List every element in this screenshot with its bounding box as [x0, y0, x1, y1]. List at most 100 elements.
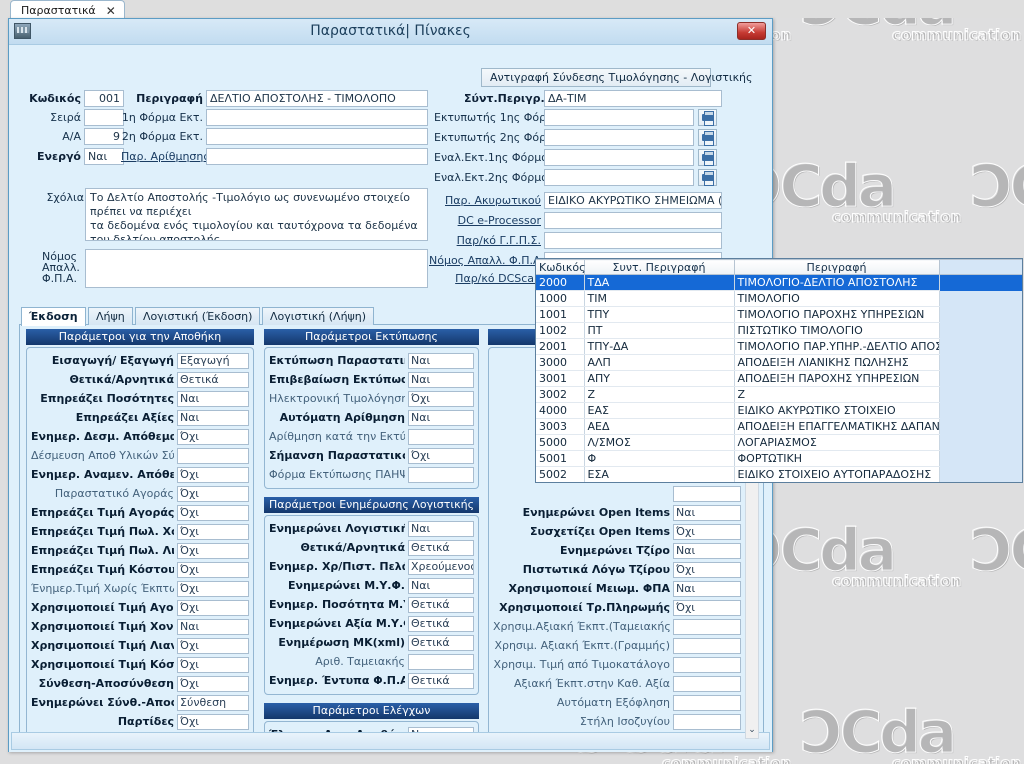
apothiki-input-16[interactable]: Όχι	[177, 656, 249, 673]
nomos-apall-fpa-link[interactable]: Νόμος Απαλλ. Φ.Π.Α.	[429, 254, 544, 267]
perigrafi-input[interactable]: ΔΕΛΤΙΟ ΑΠΟΣΤΟΛΗΣ - ΤΙΜΟΛΟΠΟ	[206, 90, 428, 107]
dropdown-row[interactable]: 1000 ΤΙΜ ΤΙΜΟΛΟΓΙΟ	[536, 290, 1022, 307]
apothiki-input-5[interactable]	[177, 447, 249, 464]
ektyposis-input-1[interactable]: Ναι	[408, 371, 474, 388]
apothiki-input-19[interactable]: Όχι	[177, 713, 249, 730]
window-close-button[interactable]: ✕	[737, 22, 766, 40]
apothiki-input-12[interactable]: Όχι	[177, 580, 249, 597]
apothiki-input-17[interactable]: Όχι	[177, 675, 249, 692]
app-tab-parastatika[interactable]: Παραστατικά ✕	[10, 0, 125, 18]
dropdown-column-header[interactable]: Κωδικός	[536, 259, 586, 275]
dropdown-row[interactable]: 3001 ΑΠΥ ΑΠΟΔΕΙΞΗ ΠΑΡΟΧΗΣ ΥΠΗΡΕΣΙΩΝ	[536, 370, 1022, 387]
kodikos-input[interactable]: 001	[84, 90, 124, 107]
apothiki-input-4[interactable]: Όχι	[177, 428, 249, 445]
diafora-input-9[interactable]: Όχι	[673, 523, 741, 540]
apothiki-input-10[interactable]: Όχι	[177, 542, 249, 559]
diafora-input-11[interactable]: Όχι	[673, 561, 741, 578]
diafora-input-14[interactable]	[673, 618, 741, 635]
enalekt1-input[interactable]	[544, 149, 694, 166]
tab-2[interactable]: Λογιστική (Έκδοση)	[135, 307, 261, 325]
parko-dcscan-link[interactable]: Παρ/κό DCScan	[434, 272, 541, 285]
apothiki-input-0[interactable]: Εξαγωγή	[177, 352, 249, 369]
logistikis-input-3[interactable]: Ναι	[408, 577, 474, 594]
printer-icon-1[interactable]	[698, 109, 717, 126]
energo-input[interactable]: Ναι	[84, 148, 124, 165]
ektypotis2-input[interactable]	[544, 129, 694, 146]
dc-eprocessor-input[interactable]	[544, 212, 722, 229]
form1-input[interactable]	[206, 109, 428, 126]
apothiki-input-1[interactable]: Θετικά	[177, 371, 249, 388]
par-arithmisis-link[interactable]: Παρ. Αρίθμησης	[121, 150, 210, 163]
dropdown-row[interactable]: 2001 ΤΠΥ-ΔΑ ΤΙΜΟΛΟΓΙΟ ΠΑΡ.ΥΠΗΡ.-ΔΕΛΤΙΟ ΑΠΟ…	[536, 338, 1022, 355]
ektyposis-input-4[interactable]	[408, 428, 474, 445]
synt-perigr-input[interactable]: ΔΑ-ΤΙΜ	[544, 90, 722, 107]
dc-eprocessor-link[interactable]: DC e-Processor	[434, 214, 541, 227]
ektyposis-input-6[interactable]	[408, 466, 474, 483]
tab-1[interactable]: Λήψη	[88, 307, 133, 325]
chevron-down-icon[interactable]: ⌄	[746, 724, 758, 738]
enalekt2-input[interactable]	[544, 169, 694, 186]
form2-input[interactable]	[206, 128, 428, 145]
diafora-input-12[interactable]: Ναι	[673, 580, 741, 597]
apothiki-input-8[interactable]: Όχι	[177, 504, 249, 521]
apothiki-input-3[interactable]: Ναι	[177, 409, 249, 426]
apothiki-input-15[interactable]: Όχι	[177, 637, 249, 654]
diafora-input-16[interactable]	[673, 656, 741, 673]
par-arithmisis-input[interactable]	[206, 148, 428, 165]
ektyposis-input-2[interactable]: Όχι	[408, 390, 474, 407]
apothiki-input-14[interactable]: Ναι	[177, 618, 249, 635]
diafora-input-17[interactable]	[673, 675, 741, 692]
dropdown-row[interactable]: 3000 ΑΛΠ ΑΠΟΔΕΙΞΗ ΛΙΑΝΙΚΗΣ ΠΩΛΗΣΗΣ	[536, 354, 1022, 371]
apothiki-input-18[interactable]: Σύνθεση	[177, 694, 249, 711]
parko-ggps-link[interactable]: Παρ/κό Γ.Γ.Π.Σ.	[434, 234, 541, 247]
diafora-input-8[interactable]: Ναι	[673, 504, 741, 521]
printer-icon-2[interactable]	[698, 129, 717, 146]
logistikis-input-7[interactable]	[408, 653, 474, 670]
apothiki-input-9[interactable]: Όχι	[177, 523, 249, 540]
dropdown-column-header[interactable]: Περιγραφή	[734, 259, 940, 275]
tab-0[interactable]: Έκδοση	[21, 307, 86, 326]
parko-dcscan-dropdown-list[interactable]: Κωδικός Συντ. Περιγραφή Περιγραφή 2000 ΤΔΑ Τ…	[535, 258, 1023, 483]
diafora-input-18[interactable]	[673, 694, 741, 711]
logistikis-input-0[interactable]: Ναι	[408, 520, 474, 537]
ektyposis-input-0[interactable]: Ναι	[408, 352, 474, 369]
diafora-input-7[interactable]	[673, 485, 741, 502]
dropdown-row[interactable]: 4000 ΕΑΣ ΕΙΔΙΚΟ ΑΚΥΡΩΤΙΚΟ ΣΤΟΙΧΕΙΟ	[536, 402, 1022, 419]
dropdown-row[interactable]: 1001 ΤΠΥ ΤΙΜΟΛΟΓΙΟ ΠΑΡΟΧΗΣ ΥΠΗΡΕΣΙΩΝ	[536, 306, 1022, 323]
apothiki-input-7[interactable]: Όχι	[177, 485, 249, 502]
apothiki-input-13[interactable]: Όχι	[177, 599, 249, 616]
dropdown-row[interactable]: 2000 ΤΔΑ ΤΙΜΟΛΟΓΙΟ-ΔΕΛΤΙΟ ΑΠΟΣΤΟΛΗΣ	[536, 274, 1022, 291]
parko-ggps-input[interactable]	[544, 232, 722, 249]
ektyposis-input-5[interactable]: Όχι	[408, 447, 474, 464]
logistikis-input-4[interactable]: Θετικά	[408, 596, 474, 613]
dropdown-row[interactable]: 5002 ΕΣΑ ΕΙΔΙΚΟ ΣΤΟΙΧΕΙΟ ΑΥΤΟΠΑΡΑΔΟΣΗΣ	[536, 466, 1022, 482]
apothiki-input-6[interactable]: Όχι	[177, 466, 249, 483]
logistikis-input-8[interactable]: Θετικά	[408, 672, 474, 689]
sxolia-textarea[interactable]: Το Δελτίο Αποστολής -Τιμολόγιο ως συνενω…	[85, 188, 428, 241]
diafora-input-13[interactable]: Όχι	[673, 599, 741, 616]
diafora-input-10[interactable]: Ναι	[673, 542, 741, 559]
printer-icon-4[interactable]	[698, 169, 717, 186]
par-akyrotikou-input[interactable]: ΕΙΔΙΚΟ ΑΚΥΡΩΤΙΚΟ ΣΗΜΕΙΩΜΑ (ΔΑ-	[544, 192, 722, 209]
dropdown-column-header[interactable]: Συντ. Περιγραφή	[584, 259, 735, 275]
dropdown-row[interactable]: 5001 Φ ΦΟΡΤΩΤΙΚΗ	[536, 450, 1022, 467]
logistikis-input-6[interactable]: Θετικά	[408, 634, 474, 651]
dropdown-row[interactable]: 5000 Λ/ΣΜΟΣ ΛΟΓΑΡΙΑΣΜΟΣ	[536, 434, 1022, 451]
tab-3[interactable]: Λογιστική (Λήψη)	[262, 307, 375, 325]
ektypotis1-input[interactable]	[544, 109, 694, 126]
seira-input[interactable]	[84, 109, 124, 126]
apothiki-input-11[interactable]: Όχι	[177, 561, 249, 578]
par-akyrotikou-link[interactable]: Παρ. Ακυρωτικού	[434, 194, 541, 207]
nomos-apall-fpa-textarea[interactable]	[85, 249, 428, 288]
ektyposis-input-3[interactable]: Ναι	[408, 409, 474, 426]
dropdown-row[interactable]: 3003 ΑΕΔ ΑΠΟΔΕΙΞΗ ΕΠΑΓΓΕΛΜΑΤΙΚΗΣ ΔΑΠΑΝΗΣ	[536, 418, 1022, 435]
printer-icon-3[interactable]	[698, 149, 717, 166]
copy-invoicing-accounting-link-button[interactable]: Αντιγραφή Σύνδεσης Τιμολόγησης - Λογιστι…	[481, 68, 752, 87]
dropdown-row[interactable]: 3002 Ζ Ζ	[536, 386, 1022, 403]
logistikis-input-1[interactable]: Θετικά	[408, 539, 474, 556]
diafora-input-15[interactable]	[673, 637, 741, 654]
logistikis-input-5[interactable]: Θετικά	[408, 615, 474, 632]
diafora-input-19[interactable]	[673, 713, 741, 730]
apothiki-input-2[interactable]: Ναι	[177, 390, 249, 407]
dropdown-row[interactable]: 1002 ΠΤ ΠΙΣΤΩΤΙΚΟ ΤΙΜΟΛΟΓΙΟ	[536, 322, 1022, 339]
